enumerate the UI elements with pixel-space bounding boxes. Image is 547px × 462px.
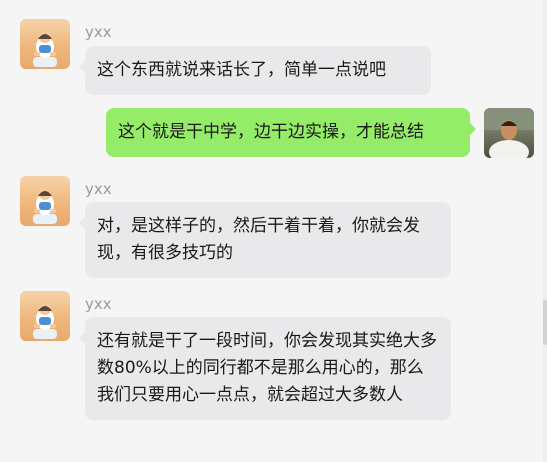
sender-name: yxx (85, 295, 112, 313)
sender-name: yxx (85, 23, 112, 41)
contact-avatar-icon[interactable] (20, 291, 70, 341)
contact-avatar-icon[interactable] (20, 19, 70, 69)
outgoing-message-bubble[interactable]: 这个就是干中学，边干边实操，才能总结 (106, 108, 476, 157)
chat-window: yxx 这个东西就说来话长了，简单一点说吧 这个就是干中学，边干边实操，才能总结… (0, 0, 547, 462)
incoming-message-bubble[interactable]: 这个东西就说来话长了，简单一点说吧 (79, 46, 431, 95)
scrollbar-track[interactable] (543, 0, 547, 462)
contact-avatar-icon[interactable] (20, 176, 70, 226)
self-avatar-icon[interactable] (484, 108, 534, 158)
incoming-message-bubble[interactable]: 对，是这样子的，然后干着干着，你就会发现，有很多技巧的 (79, 202, 451, 278)
sender-name: yxx (85, 180, 112, 198)
scrollbar-thumb[interactable] (543, 300, 547, 345)
incoming-message-bubble[interactable]: 还有就是干了一段时间，你会发现其实绝大多数80%以上的同行都不是那么用心的，那么… (79, 317, 451, 420)
